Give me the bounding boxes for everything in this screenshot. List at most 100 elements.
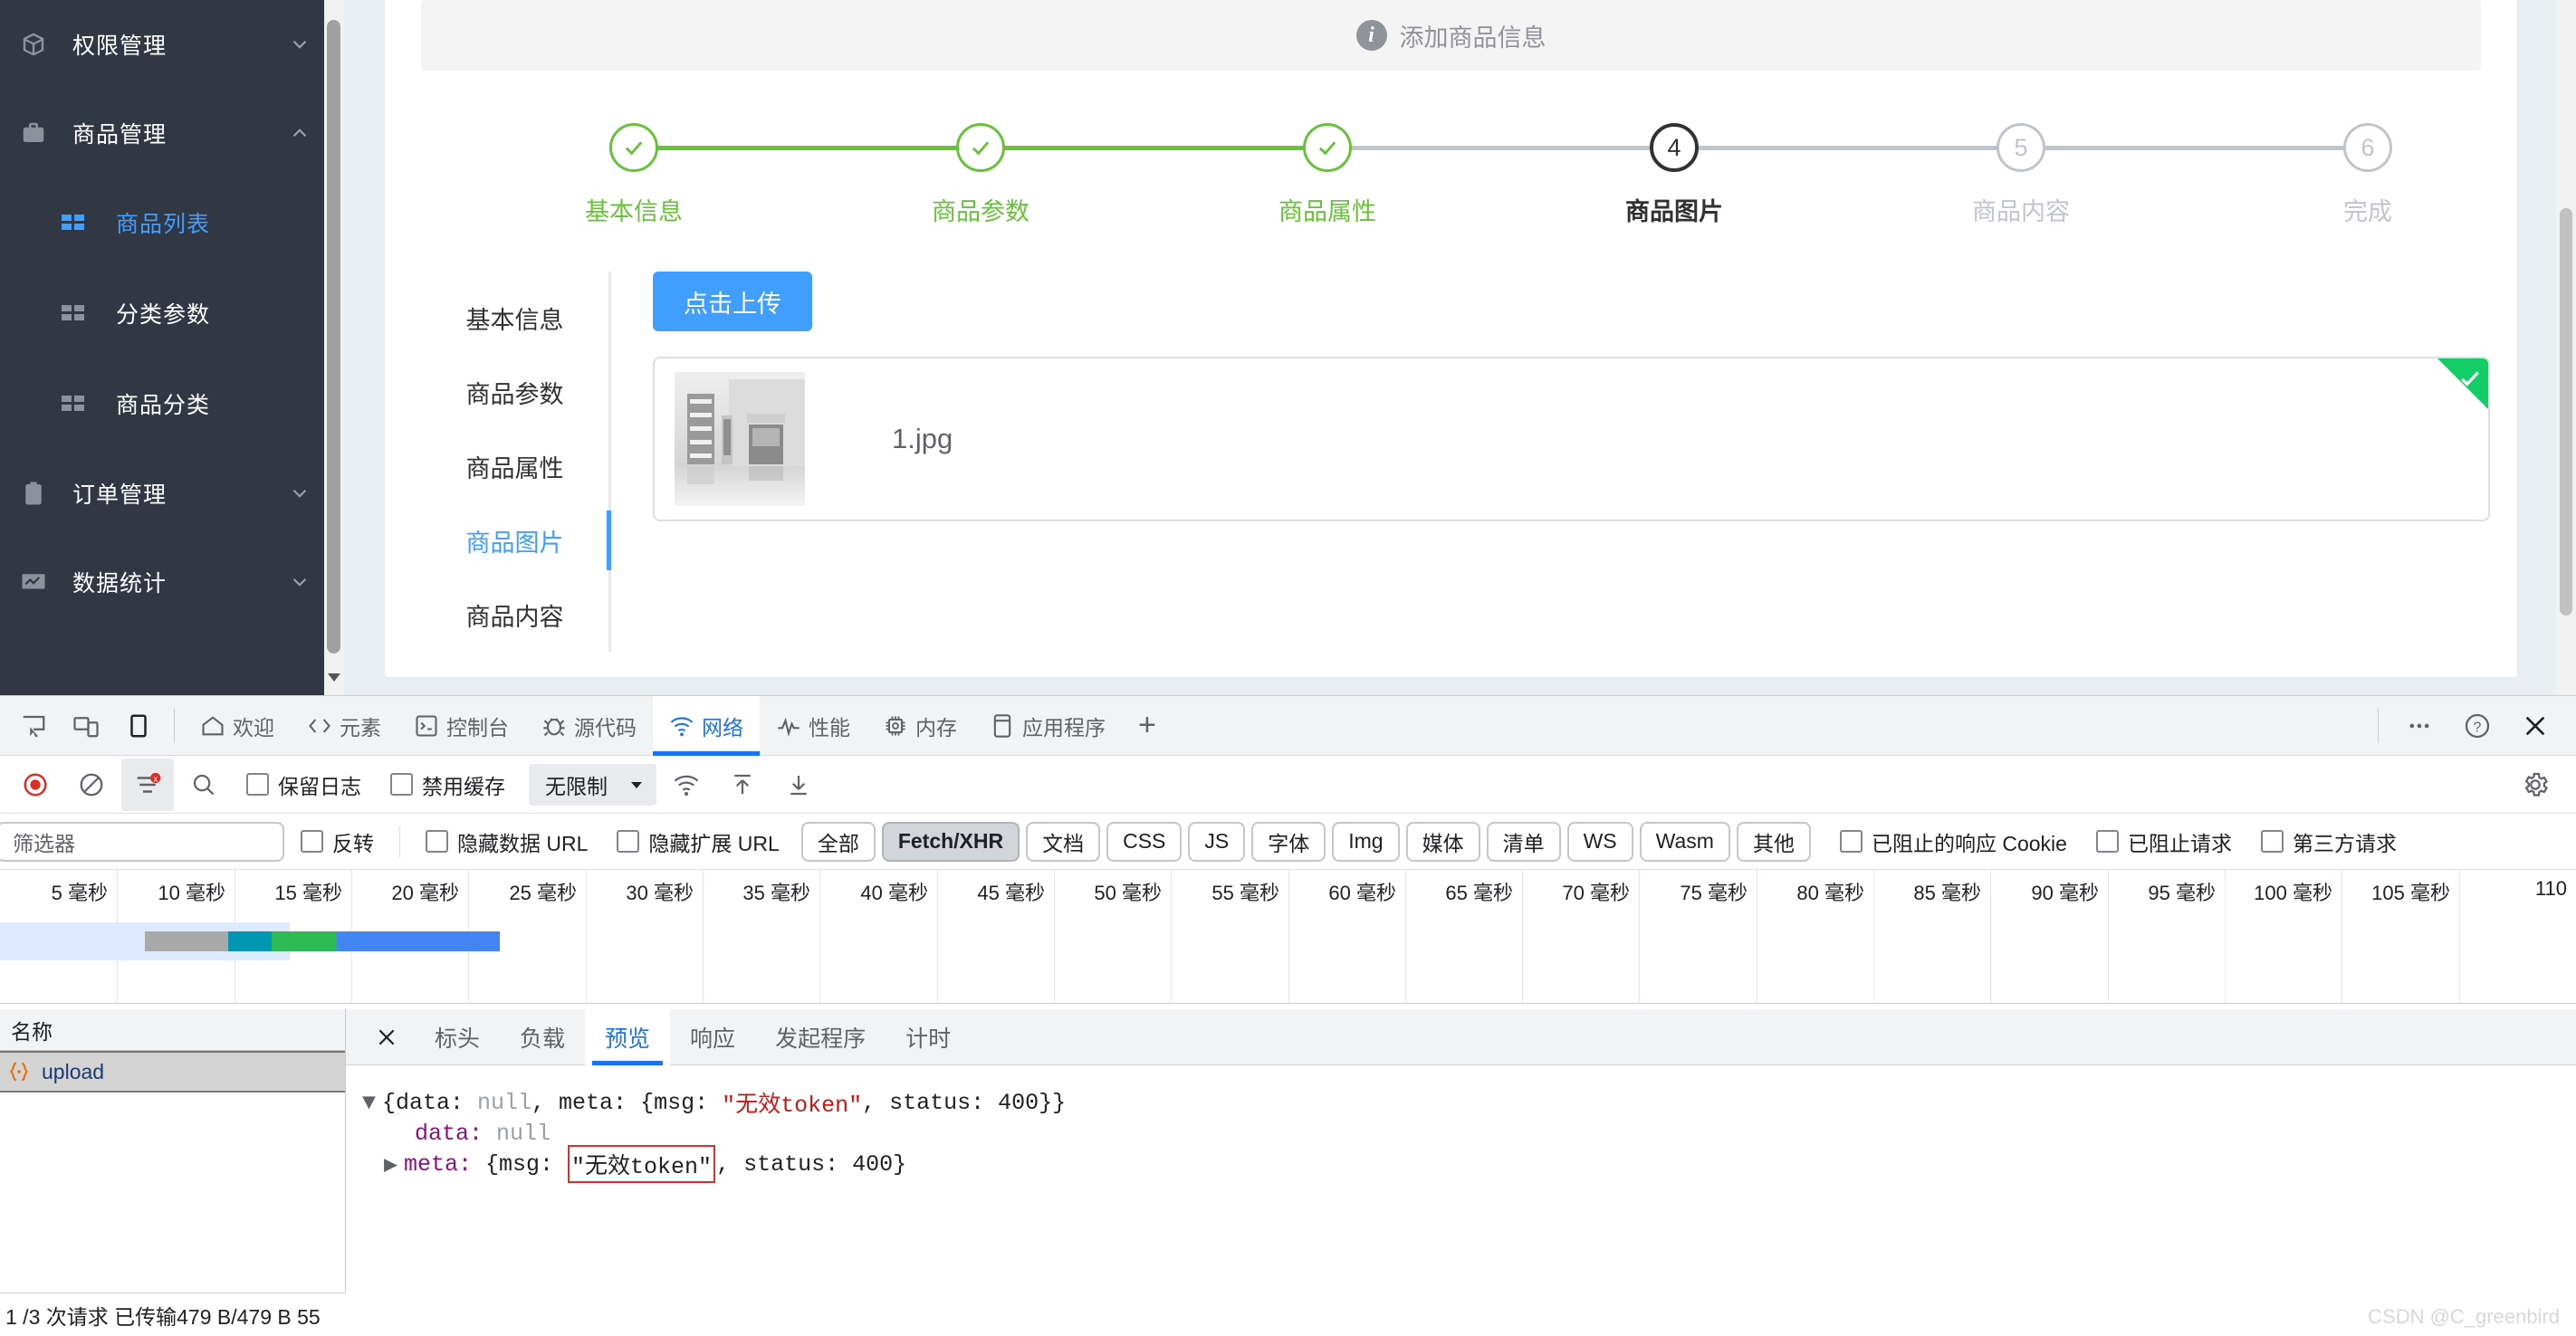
sidebar-item-orders[interactable]: 订单管理	[0, 449, 324, 538]
detail-close-button[interactable]	[359, 1009, 415, 1065]
devtools-tab-console[interactable]: 控制台	[397, 696, 525, 756]
tab-list: 基本信息 商品参数 商品属性 商品图片 商品内容	[421, 272, 611, 652]
devtools-tab-memory[interactable]: 内存	[867, 696, 973, 756]
filter-icon[interactable]: x	[121, 758, 174, 811]
close-icon[interactable]	[2509, 700, 2562, 752]
third-party-label: 第三方请求	[2292, 831, 2397, 855]
filter-pill-all[interactable]: 全部	[800, 821, 876, 862]
tab-product-content[interactable]: 商品内容	[421, 577, 608, 652]
devtools-tab-sources[interactable]: 源代码	[525, 696, 653, 756]
tab-product-params[interactable]: 商品参数	[421, 355, 608, 429]
sidebar-scroll-down-arrow[interactable]	[324, 665, 344, 689]
step-3[interactable]: 商品属性	[1237, 123, 1418, 227]
step-2[interactable]: 商品参数	[890, 123, 1071, 227]
device-toolbar-icon[interactable]	[60, 700, 112, 752]
tab-basic-info[interactable]: 基本信息	[421, 281, 608, 355]
filter-pill-fetch-xhr[interactable]: Fetch/XHR	[881, 821, 1020, 862]
detail-tab-response[interactable]: 响应	[670, 1009, 755, 1065]
checkbox-box	[617, 830, 640, 853]
detail-tab-timing[interactable]: 计时	[886, 1009, 971, 1065]
chevron-down-icon[interactable]	[275, 33, 324, 56]
sidebar-item-permissions[interactable]: 权限管理	[0, 0, 324, 89]
filter-pill-js[interactable]: JS	[1188, 821, 1246, 862]
filter-pill-ws[interactable]: WS	[1566, 821, 1633, 862]
third-party-checkbox[interactable]: 第三方请求	[2248, 826, 2409, 857]
expand-triangle-down-icon[interactable]: ▼	[362, 1090, 382, 1116]
gear-icon[interactable]	[2509, 759, 2562, 811]
info-alert: i 添加商品信息	[421, 0, 2481, 71]
filter-pill-manifest[interactable]: 清单	[1486, 821, 1561, 862]
dock-side-icon[interactable]	[112, 700, 165, 752]
filter-pill-img[interactable]: Img	[1332, 821, 1400, 862]
ellipsis-icon[interactable]	[2393, 700, 2446, 752]
file-name: 1.jpg	[892, 423, 953, 454]
blocked-cookies-checkbox[interactable]: 已阻止的响应 Cookie	[1827, 826, 2080, 857]
sidebar-item-statistics[interactable]: 数据统计	[0, 538, 324, 626]
detail-tab-initiator[interactable]: 发起程序	[755, 1009, 886, 1065]
briefcase-icon	[20, 119, 62, 147]
json-meta-line[interactable]: ▶ meta: {msg: "无效token", status: 400}	[362, 1145, 2576, 1183]
filter-pill-font[interactable]: 字体	[1251, 821, 1326, 862]
sidebar-item-product-list[interactable]: 商品列表	[0, 177, 324, 268]
expand-triangle-right-icon[interactable]: ▶	[384, 1150, 404, 1179]
step-1[interactable]: 基本信息	[543, 123, 724, 227]
record-icon[interactable]	[9, 759, 62, 811]
filter-pill-other[interactable]: 其他	[1736, 821, 1811, 862]
chevron-up-icon[interactable]	[275, 121, 324, 145]
filter-pill-doc[interactable]: 文档	[1026, 821, 1101, 862]
timeline-tick-label: 60 毫秒	[1328, 882, 1396, 904]
throttle-icon[interactable]	[660, 759, 713, 811]
detail-tab-payload[interactable]: 负载	[500, 1009, 585, 1065]
sidebar-item-product-category[interactable]: 商品分类	[0, 358, 324, 449]
json-root-line[interactable]: ▼ {data: null, meta: {msg: "无效token", st…	[362, 1087, 2576, 1120]
filter-input[interactable]: 筛选器	[0, 821, 284, 862]
disable-cache-checkbox[interactable]: 禁用缓存	[378, 769, 518, 800]
filter-pill-css[interactable]: CSS	[1106, 821, 1183, 862]
request-row-upload[interactable]: upload	[0, 1051, 345, 1093]
chevron-down-icon[interactable]	[275, 482, 324, 505]
product-add-card: i 添加商品信息 基本信息 商品参数 商品属性 4 商品图片 5 商品内容 6 …	[385, 0, 2517, 677]
invert-checkbox[interactable]: 反转	[288, 826, 387, 857]
step-4[interactable]: 4 商品图片	[1584, 123, 1765, 227]
preserve-log-checkbox[interactable]: 保留日志	[234, 769, 374, 800]
step-6[interactable]: 6 完成	[2277, 123, 2458, 227]
hide-extension-urls-checkbox[interactable]: 隐藏扩展 URL	[604, 826, 791, 857]
network-timeline-overview[interactable]: 5 毫秒 10 毫秒 15 毫秒 20 毫秒 25 毫秒 30 毫秒 35 毫秒 40 毫秒 4…	[0, 870, 2576, 1004]
filter-pill-media[interactable]: 媒体	[1405, 821, 1480, 862]
devtools-tab-performance[interactable]: 性能	[760, 696, 867, 756]
filter-divider	[399, 825, 400, 857]
help-icon[interactable]: ?	[2451, 700, 2504, 752]
clear-icon[interactable]	[65, 759, 118, 811]
throttle-select[interactable]: 无限制	[529, 763, 656, 806]
sidebar-scrollbar[interactable]	[324, 0, 344, 695]
timeline-gridline	[703, 870, 704, 1003]
devtools-tab-network[interactable]: 网络	[653, 695, 760, 756]
request-column-name: 名称	[11, 1019, 53, 1044]
import-har-icon[interactable]	[716, 759, 769, 811]
sidebar-item-products[interactable]: 商品管理	[0, 89, 324, 177]
uploaded-file-row[interactable]: 1.jpg	[653, 357, 2490, 521]
inspect-element-icon[interactable]	[7, 700, 60, 752]
devtools-tab-elements[interactable]: 元素	[291, 696, 397, 756]
blocked-requests-checkbox[interactable]: 已阻止请求	[2083, 826, 2245, 857]
timeline-tick-label: 40 毫秒	[860, 882, 928, 904]
tab-product-images[interactable]: 商品图片	[421, 503, 611, 577]
step-5[interactable]: 5 商品内容	[1930, 123, 2112, 227]
sidebar-item-category-params[interactable]: 分类参数	[0, 268, 324, 358]
request-list-header[interactable]: 名称	[0, 1009, 345, 1051]
devtools-tab-application[interactable]: 应用程序	[973, 696, 1122, 756]
sidebar-scrollbar-thumb[interactable]	[327, 20, 340, 654]
detail-tab-preview[interactable]: 预览	[585, 1008, 671, 1065]
hide-data-urls-checkbox[interactable]: 隐藏数据 URL	[413, 826, 600, 857]
devtools-tab-welcome[interactable]: 欢迎	[184, 696, 291, 756]
upload-button[interactable]: 点击上传	[653, 272, 812, 331]
tab-product-attributes[interactable]: 商品属性	[421, 429, 608, 503]
detail-tab-headers[interactable]: 标头	[415, 1009, 500, 1065]
main-scrollbar[interactable]	[2556, 0, 2576, 695]
main-scrollbar-thumb[interactable]	[2560, 208, 2572, 616]
chevron-down-icon[interactable]	[275, 570, 324, 594]
export-har-icon[interactable]	[772, 759, 825, 811]
devtools-add-tab-button[interactable]: +	[1122, 696, 1173, 756]
search-icon[interactable]	[177, 759, 230, 811]
filter-pill-wasm[interactable]: Wasm	[1639, 821, 1730, 862]
